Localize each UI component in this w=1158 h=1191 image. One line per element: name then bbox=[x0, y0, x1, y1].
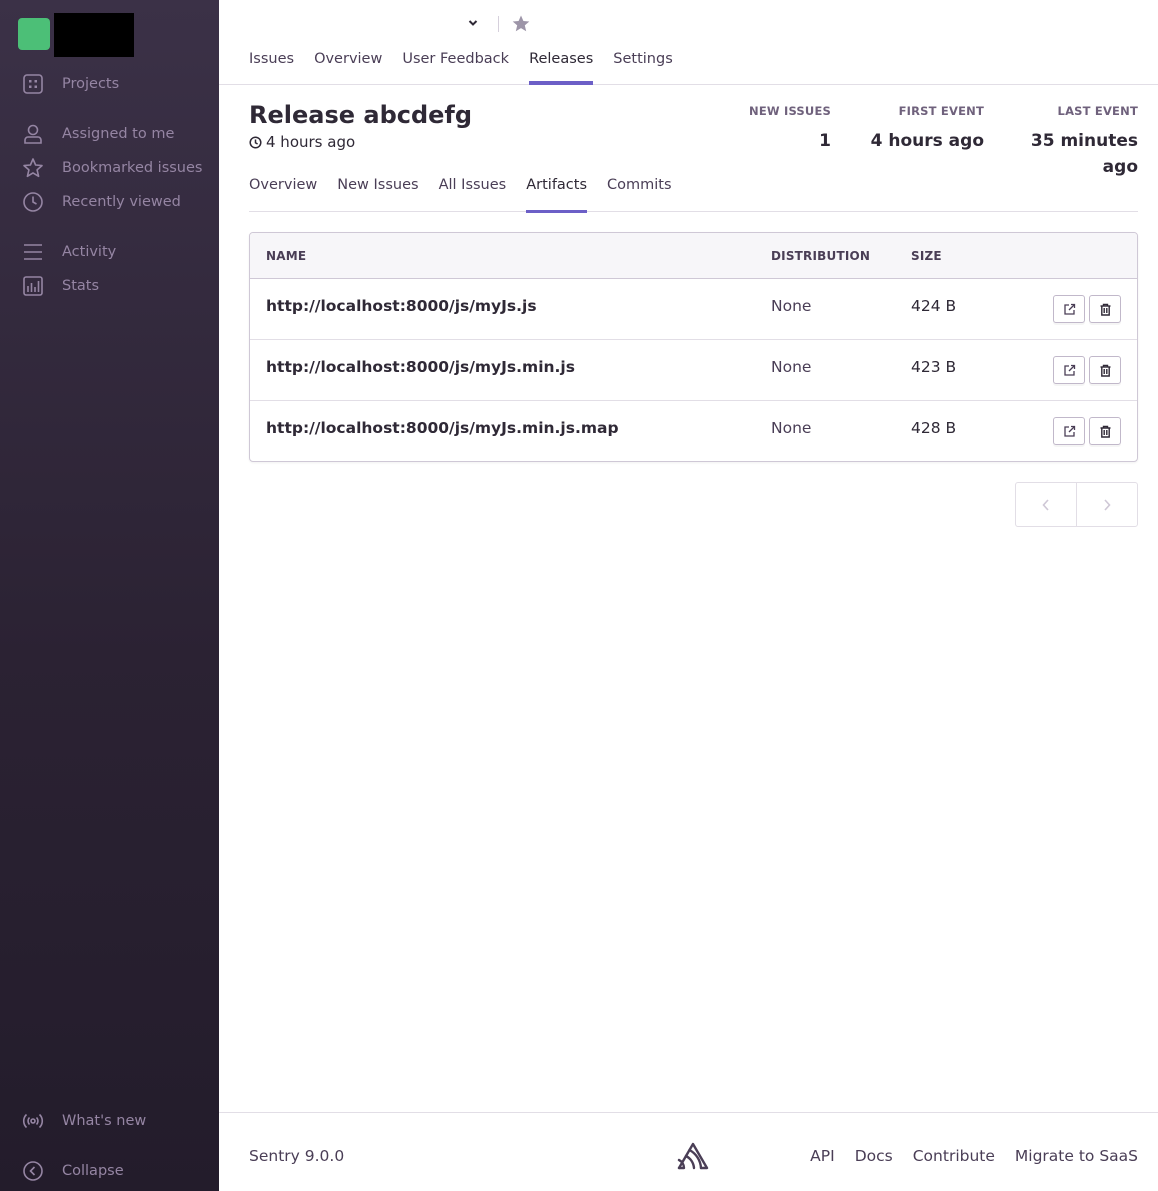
external-link-icon bbox=[1063, 425, 1075, 437]
release-time: 4 hours ago bbox=[249, 133, 355, 151]
footer-links: API Docs Contribute Migrate to SaaS bbox=[790, 1147, 1138, 1165]
sidebar-item-label: Bookmarked issues bbox=[62, 160, 203, 176]
tab-releases[interactable]: Releases bbox=[529, 51, 594, 85]
release-time-text: 4 hours ago bbox=[266, 133, 356, 151]
tab-new-issues[interactable]: New Issues bbox=[337, 177, 418, 212]
artifact-name: http://localhost:8000/js/myJs.js bbox=[266, 297, 537, 315]
broadcast-icon bbox=[22, 1113, 44, 1129]
activity-icon bbox=[24, 244, 42, 260]
sidebar-item-recent[interactable]: Recently viewed bbox=[22, 190, 181, 214]
sidebar: Projects Assigned to me Bookmarked issue… bbox=[0, 0, 219, 1191]
artifact-distribution: None bbox=[771, 297, 812, 315]
table-row: http://localhost:8000/js/myJs.min.js.map… bbox=[250, 401, 1137, 461]
tab-user-feedback[interactable]: User Feedback bbox=[402, 51, 509, 85]
clock-icon bbox=[249, 135, 262, 149]
external-link-icon bbox=[1063, 303, 1075, 315]
footer-link-contribute[interactable]: Contribute bbox=[913, 1147, 995, 1165]
tab-commits[interactable]: Commits bbox=[607, 177, 672, 212]
last-event-value: 35 minutes ago bbox=[1031, 128, 1138, 180]
sidebar-item-label: Projects bbox=[62, 76, 120, 92]
open-artifact-button[interactable] bbox=[1053, 417, 1085, 445]
tab-artifacts[interactable]: Artifacts bbox=[526, 177, 587, 213]
projects-icon bbox=[23, 74, 43, 94]
bookmark-star-icon[interactable] bbox=[511, 14, 531, 34]
delete-artifact-button[interactable] bbox=[1089, 356, 1121, 384]
sidebar-whats-new[interactable]: What's new bbox=[22, 1109, 146, 1133]
footer-link-migrate[interactable]: Migrate to SaaS bbox=[1015, 1147, 1138, 1165]
previous-page-button[interactable] bbox=[1016, 483, 1077, 526]
artifact-size: 424 B bbox=[911, 297, 957, 315]
artifact-size: 428 B bbox=[911, 419, 957, 437]
footer-link-docs[interactable]: Docs bbox=[855, 1147, 893, 1165]
artifact-distribution: None bbox=[771, 419, 812, 437]
clock-icon bbox=[23, 192, 43, 212]
sidebar-item-bookmarked[interactable]: Bookmarked issues bbox=[22, 156, 202, 180]
artifacts-table: NAME DISTRIBUTION SIZE http://localhost:… bbox=[249, 232, 1138, 462]
sidebar-item-projects[interactable]: Projects bbox=[22, 72, 119, 96]
whats-new-label: What's new bbox=[62, 1113, 147, 1129]
pagination bbox=[1015, 482, 1138, 527]
sidebar-item-activity[interactable]: Activity bbox=[22, 240, 116, 264]
sidebar-item-label: Assigned to me bbox=[62, 126, 175, 142]
column-header-name: NAME bbox=[266, 249, 307, 263]
chevron-left-icon bbox=[1042, 498, 1049, 511]
footer-link-api[interactable]: API bbox=[810, 1147, 835, 1165]
artifact-name: http://localhost:8000/js/myJs.min.js bbox=[266, 358, 575, 376]
release-tabs: Overview New Issues All Issues Artifacts… bbox=[249, 177, 1138, 213]
chevron-down-icon[interactable] bbox=[466, 16, 480, 30]
table-row: http://localhost:8000/js/myJs.min.js Non… bbox=[250, 340, 1137, 401]
trash-icon bbox=[1100, 364, 1110, 377]
trash-icon bbox=[1100, 425, 1110, 438]
org-avatar[interactable] bbox=[18, 18, 50, 50]
sidebar-item-label: Activity bbox=[62, 244, 117, 260]
star-icon bbox=[23, 158, 43, 178]
sidebar-item-stats[interactable]: Stats bbox=[22, 274, 99, 298]
last-event-label: LAST EVENT bbox=[1057, 104, 1138, 118]
new-issues-label: NEW ISSUES bbox=[749, 104, 831, 118]
sidebar-collapse[interactable]: Collapse bbox=[22, 1159, 124, 1183]
column-header-distribution: DISTRIBUTION bbox=[771, 249, 871, 263]
footer-version: Sentry 9.0.0 bbox=[249, 1147, 345, 1165]
sidebar-item-assigned[interactable]: Assigned to me bbox=[22, 122, 174, 146]
first-event-value: 4 hours ago bbox=[870, 131, 984, 151]
user-icon bbox=[24, 124, 42, 144]
delete-artifact-button[interactable] bbox=[1089, 417, 1121, 445]
stats-icon bbox=[23, 276, 43, 296]
tab-settings[interactable]: Settings bbox=[613, 51, 672, 85]
table-header: NAME DISTRIBUTION SIZE bbox=[250, 233, 1137, 279]
artifact-size: 423 B bbox=[911, 358, 957, 376]
project-tabs: Issues Overview User Feedback Releases S… bbox=[249, 51, 693, 85]
divider bbox=[498, 16, 499, 32]
table-row: http://localhost:8000/js/myJs.js None 42… bbox=[250, 279, 1137, 340]
tab-issues[interactable]: Issues bbox=[249, 51, 294, 85]
new-issues-value: 1 bbox=[819, 131, 831, 151]
next-page-button[interactable] bbox=[1077, 483, 1137, 526]
external-link-icon bbox=[1063, 364, 1075, 376]
artifact-distribution: None bbox=[771, 358, 812, 376]
trash-icon bbox=[1100, 303, 1110, 316]
tab-release-overview[interactable]: Overview bbox=[249, 177, 317, 212]
column-header-size: SIZE bbox=[911, 249, 942, 263]
footer: Sentry 9.0.0 API Docs Contribute Migrate… bbox=[219, 1112, 1158, 1191]
project-header: Issues Overview User Feedback Releases S… bbox=[219, 0, 1158, 85]
first-event-label: FIRST EVENT bbox=[898, 104, 984, 118]
chevron-right-icon bbox=[1104, 498, 1111, 511]
delete-artifact-button[interactable] bbox=[1089, 295, 1121, 323]
open-artifact-button[interactable] bbox=[1053, 295, 1085, 323]
sentry-logo-icon[interactable] bbox=[676, 1141, 710, 1171]
org-name-redacted[interactable] bbox=[54, 13, 134, 57]
page-title: Release abcdefg bbox=[249, 101, 473, 129]
collapse-label: Collapse bbox=[62, 1163, 124, 1179]
last-event-value-line1: 35 minutes bbox=[1030, 131, 1138, 151]
artifact-name: http://localhost:8000/js/myJs.min.js.map bbox=[266, 419, 619, 437]
sidebar-item-label: Stats bbox=[62, 278, 100, 294]
tab-all-issues[interactable]: All Issues bbox=[439, 177, 507, 212]
tab-overview[interactable]: Overview bbox=[314, 51, 382, 85]
open-artifact-button[interactable] bbox=[1053, 356, 1085, 384]
sidebar-item-label: Recently viewed bbox=[62, 194, 181, 210]
collapse-icon bbox=[23, 1161, 43, 1181]
